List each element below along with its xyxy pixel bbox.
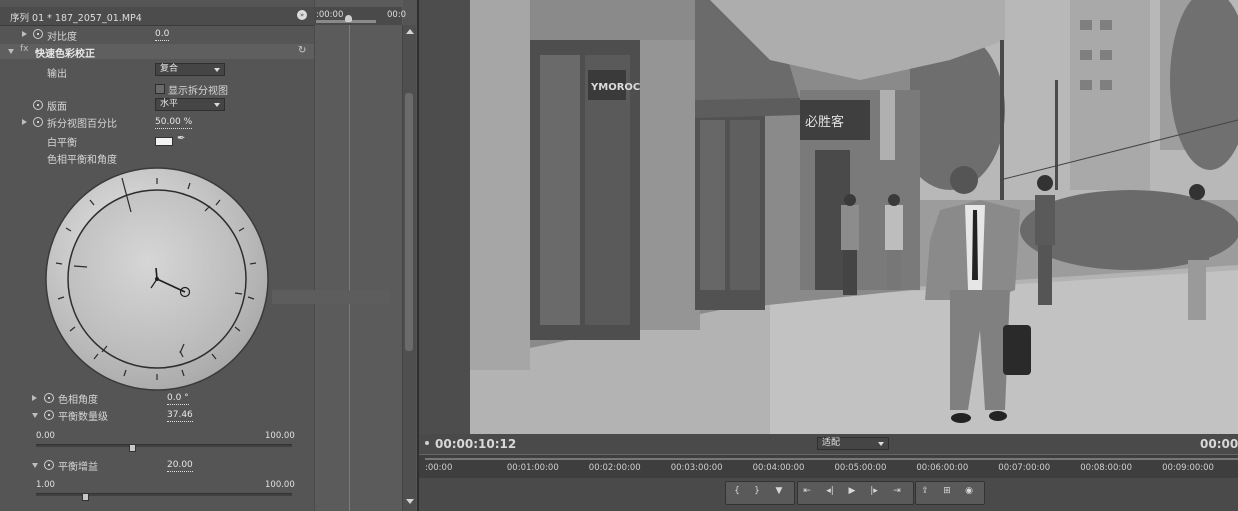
mark-out-icon[interactable]: } bbox=[750, 485, 764, 497]
store-sign-left: YMOROC bbox=[590, 82, 640, 93]
scroll-down-icon[interactable] bbox=[406, 499, 414, 504]
duration-timecode: 00:00: bbox=[1200, 437, 1238, 451]
reset-icon[interactable]: ↻ bbox=[298, 45, 306, 56]
ruler-tick-label: 00:02:00:00 bbox=[588, 463, 641, 473]
gain-slider[interactable] bbox=[36, 493, 292, 496]
hue-angle-value[interactable]: 0.0 ° bbox=[167, 393, 189, 405]
magnitude-min: 0.00 bbox=[36, 431, 55, 441]
magnitude-slider-thumb[interactable] bbox=[128, 444, 136, 452]
hue-balance-wheel[interactable] bbox=[44, 166, 270, 392]
playhead-line bbox=[349, 25, 350, 511]
collapse-magnitude-icon[interactable] bbox=[32, 413, 38, 418]
show-timeline-icon[interactable]: » bbox=[297, 10, 307, 20]
expand-hue-angle-icon[interactable] bbox=[32, 395, 37, 401]
split-percent-value[interactable]: 50.00 % bbox=[155, 117, 193, 129]
ruler-tick-label: 00:04:00:00 bbox=[752, 463, 805, 473]
extract-icon[interactable]: ⊞ bbox=[940, 485, 954, 497]
wheel-tooltip-ghost bbox=[272, 290, 390, 304]
split-percent-label: 拆分视图百分比 bbox=[47, 119, 117, 130]
stopwatch-icon[interactable] bbox=[33, 100, 43, 110]
play-icon[interactable]: ▶ bbox=[845, 485, 859, 497]
effect-timeline-header[interactable]: :00:00 00:0 bbox=[314, 7, 406, 25]
playhead-timecode[interactable]: 00:00:10:12 bbox=[435, 437, 516, 451]
zoom-scrollbar[interactable] bbox=[425, 458, 1238, 460]
layout-dropdown[interactable]: 水平 bbox=[155, 98, 225, 111]
ruler-tick-label: 00:03:00:00 bbox=[670, 463, 723, 473]
timeline-start: :00:00 bbox=[316, 10, 344, 20]
ruler-tick-label: 00:09:00:00 bbox=[1162, 463, 1214, 473]
scroll-up-icon[interactable] bbox=[406, 29, 414, 34]
white-balance-swatch[interactable] bbox=[155, 137, 173, 146]
magnitude-slider[interactable] bbox=[36, 444, 292, 447]
balance-magnitude-label: 平衡数量级 bbox=[58, 412, 108, 423]
timeline-end: 00:0 bbox=[387, 10, 407, 20]
ruler-tick-label: 00:08:00:00 bbox=[1080, 463, 1133, 473]
gain-min: 1.00 bbox=[36, 480, 55, 490]
balance-gain-label: 平衡增益 bbox=[58, 462, 98, 473]
scroll-thumb[interactable] bbox=[405, 93, 413, 351]
fx-badge-icon[interactable]: fx bbox=[20, 44, 29, 54]
mark-in-icon[interactable]: { bbox=[730, 485, 744, 497]
ruler-tick-label: 00:05:00:00 bbox=[834, 463, 887, 473]
step-back-icon[interactable]: ◂| bbox=[823, 485, 837, 497]
stopwatch-icon[interactable] bbox=[44, 460, 54, 470]
ruler-tick-label: 00:01:00:00 bbox=[506, 463, 559, 473]
output-label: 输出 bbox=[47, 69, 67, 80]
gain-max: 100.00 bbox=[265, 480, 295, 490]
white-balance-label: 白平衡 bbox=[47, 138, 77, 149]
gain-slider-thumb[interactable] bbox=[81, 493, 89, 501]
expand-contrast-icon[interactable] bbox=[22, 31, 27, 37]
playhead-icon[interactable] bbox=[345, 15, 352, 22]
stopwatch-icon[interactable] bbox=[44, 410, 54, 420]
ruler-tick-label: :00:00 bbox=[425, 463, 453, 473]
playhead-marker-icon bbox=[425, 441, 429, 445]
collapse-gain-icon[interactable] bbox=[32, 463, 38, 468]
panel-scrollbar[interactable] bbox=[402, 25, 416, 511]
eyedropper-icon[interactable]: ✒ bbox=[177, 133, 185, 144]
add-marker-icon[interactable]: ▼ bbox=[772, 485, 786, 497]
contrast-value[interactable]: 0.0 bbox=[155, 29, 170, 41]
stopwatch-icon[interactable] bbox=[33, 117, 43, 127]
ruler-tick-label: 00:07:00:00 bbox=[998, 463, 1051, 473]
ruler-tick-label: 00:06:00:00 bbox=[916, 463, 969, 473]
export-frame-icon[interactable]: ◉ bbox=[962, 485, 976, 497]
balance-magnitude-value[interactable]: 37.46 bbox=[167, 410, 193, 422]
stopwatch-icon[interactable] bbox=[33, 29, 43, 39]
video-frame: YMOROC 必胜客 bbox=[470, 0, 1238, 434]
hue-angle-label: 色相角度 bbox=[58, 395, 98, 406]
split-view-checkbox[interactable] bbox=[155, 84, 165, 94]
output-dropdown[interactable]: 复合 bbox=[155, 63, 225, 76]
magnitude-max: 100.00 bbox=[265, 431, 295, 441]
stopwatch-icon[interactable] bbox=[44, 393, 54, 403]
store-sign-right: 必胜客 bbox=[805, 114, 844, 130]
go-to-in-icon[interactable]: ⇤ bbox=[800, 485, 814, 497]
effect-timeline-area[interactable] bbox=[314, 0, 403, 511]
expand-split-percent-icon[interactable] bbox=[22, 119, 27, 125]
split-view-label: 显示拆分视图 bbox=[168, 86, 228, 97]
collapse-section-icon[interactable] bbox=[8, 49, 14, 54]
hue-balance-angle-label: 色相平衡和角度 bbox=[47, 155, 117, 166]
balance-gain-value[interactable]: 20.00 bbox=[167, 460, 193, 472]
zoom-dropdown[interactable]: 适配 bbox=[817, 437, 889, 450]
contrast-label: 对比度 bbox=[47, 32, 77, 43]
clip-title: 序列 01 * 187_2057_01.MP4 bbox=[10, 13, 142, 24]
section-title: 快速色彩校正 bbox=[35, 49, 95, 60]
step-forward-icon[interactable]: |▸ bbox=[867, 485, 881, 497]
go-to-out-icon[interactable]: ⇥ bbox=[890, 485, 904, 497]
effect-controls-header: 序列 01 * 187_2057_01.MP4 » bbox=[0, 7, 314, 26]
layout-label: 版面 bbox=[47, 102, 67, 113]
lift-icon[interactable]: ⇪ bbox=[918, 485, 932, 497]
